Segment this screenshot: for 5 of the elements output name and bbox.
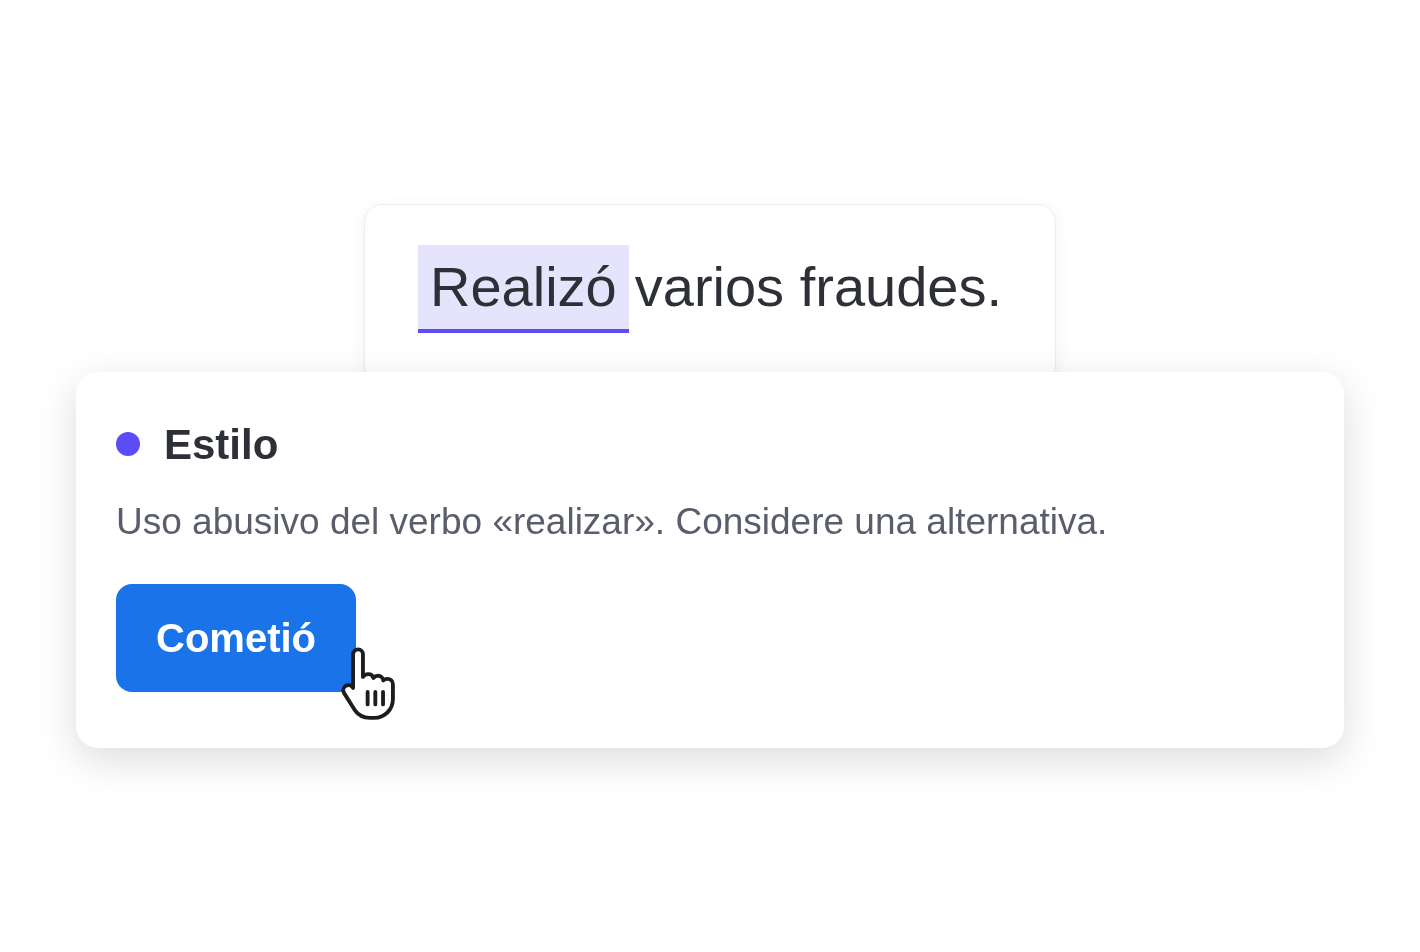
- category-label: Estilo: [164, 419, 279, 470]
- highlighted-word[interactable]: Realizó: [417, 245, 629, 333]
- replacement-button[interactable]: Cometió: [116, 583, 356, 692]
- sentence-text: varios fraudes.: [634, 254, 1002, 320]
- suggestion-message: Uso abusivo del verbo «realizar». Considere una alternativa.: [116, 500, 1109, 544]
